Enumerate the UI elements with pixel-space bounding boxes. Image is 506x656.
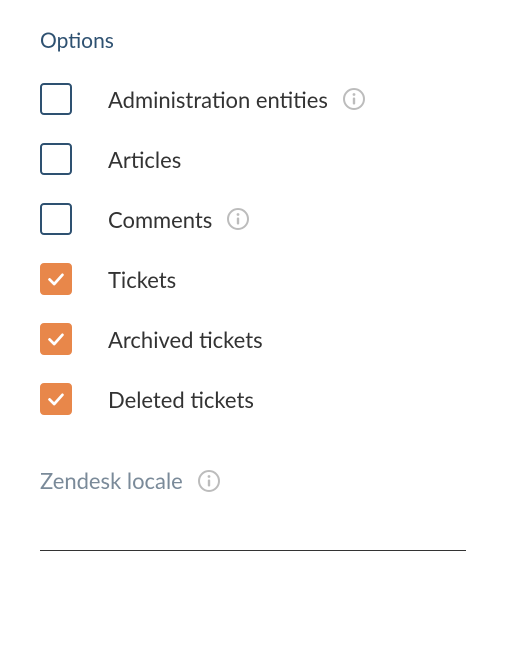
option-text: Articles (108, 146, 181, 173)
option-text: Archived tickets (108, 326, 263, 353)
option-row-comments: Comments (40, 189, 466, 249)
options-section-title: Options (40, 28, 466, 53)
option-label: Deleted tickets (108, 386, 254, 413)
checkbox-administration-entities[interactable] (40, 83, 72, 115)
option-text: Comments (108, 206, 212, 233)
option-label: Tickets (108, 266, 176, 293)
info-icon[interactable] (342, 87, 366, 111)
info-icon[interactable] (197, 469, 221, 493)
checkbox-deleted-tickets[interactable] (40, 383, 72, 415)
option-label: Archived tickets (108, 326, 263, 353)
locale-section: Zendesk locale (40, 467, 466, 494)
checkbox-tickets[interactable] (40, 263, 72, 295)
option-label: Comments (108, 206, 250, 233)
checkbox-articles[interactable] (40, 143, 72, 175)
options-list: Administration entities Articles Comment… (40, 69, 466, 429)
locale-label: Zendesk locale (40, 467, 183, 494)
option-text: Deleted tickets (108, 386, 254, 413)
checkbox-archived-tickets[interactable] (40, 323, 72, 355)
option-label: Administration entities (108, 86, 366, 113)
option-text: Administration entities (108, 86, 328, 113)
check-icon (45, 268, 67, 290)
option-row-deleted-tickets: Deleted tickets (40, 369, 466, 429)
check-icon (45, 328, 67, 350)
option-row-articles: Articles (40, 129, 466, 189)
section-divider (40, 550, 466, 551)
checkbox-comments[interactable] (40, 203, 72, 235)
info-icon[interactable] (226, 207, 250, 231)
option-text: Tickets (108, 266, 176, 293)
option-label: Articles (108, 146, 181, 173)
option-row-tickets: Tickets (40, 249, 466, 309)
check-icon (45, 388, 67, 410)
option-row-administration-entities: Administration entities (40, 69, 466, 129)
option-row-archived-tickets: Archived tickets (40, 309, 466, 369)
